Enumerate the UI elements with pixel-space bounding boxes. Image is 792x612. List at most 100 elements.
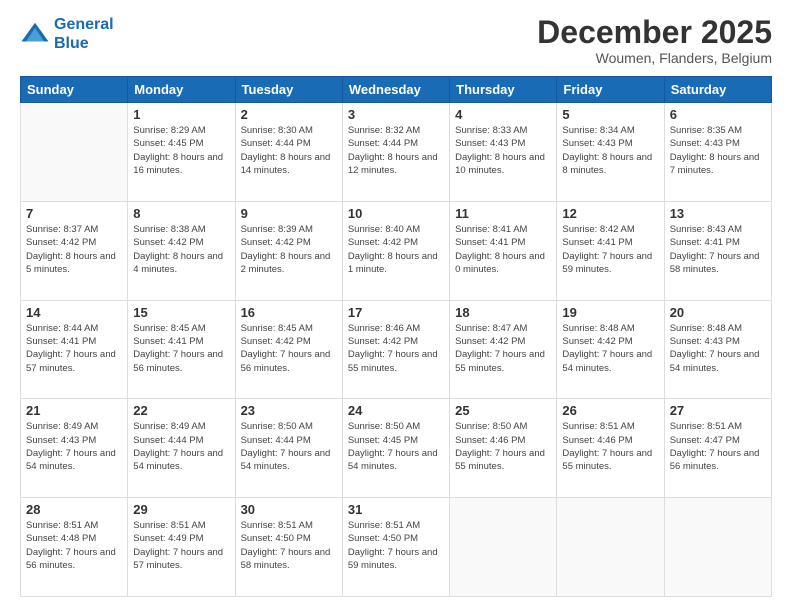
day-number: 26 bbox=[562, 403, 658, 418]
calendar-cell: 5 Sunrise: 8:34 AMSunset: 4:43 PMDaylight… bbox=[557, 103, 664, 202]
cell-info: Sunrise: 8:51 AMSunset: 4:49 PMDaylight:… bbox=[133, 519, 229, 572]
calendar-cell: 20 Sunrise: 8:48 AMSunset: 4:43 PMDayligh… bbox=[664, 300, 771, 399]
cell-info: Sunrise: 8:37 AMSunset: 4:42 PMDaylight:… bbox=[26, 223, 122, 276]
cell-info: Sunrise: 8:40 AMSunset: 4:42 PMDaylight:… bbox=[348, 223, 444, 276]
day-number: 20 bbox=[670, 305, 766, 320]
col-monday: Monday bbox=[128, 77, 235, 103]
day-number: 19 bbox=[562, 305, 658, 320]
day-number: 25 bbox=[455, 403, 551, 418]
calendar-cell: 7 Sunrise: 8:37 AMSunset: 4:42 PMDaylight… bbox=[21, 201, 128, 300]
calendar-cell: 24 Sunrise: 8:50 AMSunset: 4:45 PMDayligh… bbox=[342, 399, 449, 498]
cell-info: Sunrise: 8:45 AMSunset: 4:41 PMDaylight:… bbox=[133, 322, 229, 375]
day-number: 23 bbox=[241, 403, 337, 418]
calendar-cell: 6 Sunrise: 8:35 AMSunset: 4:43 PMDaylight… bbox=[664, 103, 771, 202]
cell-info: Sunrise: 8:45 AMSunset: 4:42 PMDaylight:… bbox=[241, 322, 337, 375]
calendar-cell: 31Sunrise: 8:51 AMSunset: 4:50 PMDayligh… bbox=[342, 498, 449, 597]
calendar-week-2: 14 Sunrise: 8:44 AMSunset: 4:41 PMDayligh… bbox=[21, 300, 772, 399]
day-number: 15 bbox=[133, 305, 229, 320]
header: General Blue December 2025 Woumen, Fland… bbox=[20, 15, 772, 66]
calendar-cell: 1 Sunrise: 8:29 AMSunset: 4:45 PMDaylight… bbox=[128, 103, 235, 202]
col-wednesday: Wednesday bbox=[342, 77, 449, 103]
calendar-cell: 19 Sunrise: 8:48 AMSunset: 4:42 PMDayligh… bbox=[557, 300, 664, 399]
cell-info: Sunrise: 8:46 AMSunset: 4:42 PMDaylight:… bbox=[348, 322, 444, 375]
day-number: 8 bbox=[133, 206, 229, 221]
calendar-cell: 23Sunrise: 8:50 AMSunset: 4:44 PMDayligh… bbox=[235, 399, 342, 498]
cell-info: Sunrise: 8:51 AMSunset: 4:47 PMDaylight:… bbox=[670, 420, 766, 473]
col-sunday: Sunday bbox=[21, 77, 128, 103]
day-number: 28 bbox=[26, 502, 122, 517]
day-number: 27 bbox=[670, 403, 766, 418]
cell-info: Sunrise: 8:33 AMSunset: 4:43 PMDaylight:… bbox=[455, 124, 551, 177]
calendar-cell: 28 Sunrise: 8:51 AMSunset: 4:48 PMDayligh… bbox=[21, 498, 128, 597]
day-number: 3 bbox=[348, 107, 444, 122]
month-title: December 2025 bbox=[537, 15, 772, 50]
cell-info: Sunrise: 8:32 AMSunset: 4:44 PMDaylight:… bbox=[348, 124, 444, 177]
calendar-cell: 8 Sunrise: 8:38 AMSunset: 4:42 PMDaylight… bbox=[128, 201, 235, 300]
cell-info: Sunrise: 8:39 AMSunset: 4:42 PMDaylight:… bbox=[241, 223, 337, 276]
logo-text: General Blue bbox=[54, 15, 114, 53]
calendar-cell bbox=[450, 498, 557, 597]
calendar-cell: 3 Sunrise: 8:32 AMSunset: 4:44 PMDaylight… bbox=[342, 103, 449, 202]
calendar-cell: 30Sunrise: 8:51 AMSunset: 4:50 PMDayligh… bbox=[235, 498, 342, 597]
calendar: Sunday Monday Tuesday Wednesday Thursday… bbox=[20, 76, 772, 597]
cell-info: Sunrise: 8:34 AMSunset: 4:43 PMDaylight:… bbox=[562, 124, 658, 177]
calendar-cell bbox=[664, 498, 771, 597]
cell-info: Sunrise: 8:48 AMSunset: 4:43 PMDaylight:… bbox=[670, 322, 766, 375]
day-number: 14 bbox=[26, 305, 122, 320]
day-number: 1 bbox=[133, 107, 229, 122]
cell-info: Sunrise: 8:41 AMSunset: 4:41 PMDaylight:… bbox=[455, 223, 551, 276]
cell-info: Sunrise: 8:50 AMSunset: 4:45 PMDaylight:… bbox=[348, 420, 444, 473]
calendar-week-0: 1 Sunrise: 8:29 AMSunset: 4:45 PMDaylight… bbox=[21, 103, 772, 202]
calendar-cell: 27 Sunrise: 8:51 AMSunset: 4:47 PMDayligh… bbox=[664, 399, 771, 498]
day-number: 18 bbox=[455, 305, 551, 320]
day-number: 22 bbox=[133, 403, 229, 418]
calendar-cell: 9Sunrise: 8:39 AMSunset: 4:42 PMDaylight… bbox=[235, 201, 342, 300]
cell-info: Sunrise: 8:43 AMSunset: 4:41 PMDaylight:… bbox=[670, 223, 766, 276]
calendar-week-1: 7 Sunrise: 8:37 AMSunset: 4:42 PMDaylight… bbox=[21, 201, 772, 300]
calendar-week-3: 21 Sunrise: 8:49 AMSunset: 4:43 PMDayligh… bbox=[21, 399, 772, 498]
calendar-cell: 18 Sunrise: 8:47 AMSunset: 4:42 PMDayligh… bbox=[450, 300, 557, 399]
logo: General Blue bbox=[20, 15, 114, 53]
calendar-week-4: 28 Sunrise: 8:51 AMSunset: 4:48 PMDayligh… bbox=[21, 498, 772, 597]
col-saturday: Saturday bbox=[664, 77, 771, 103]
day-number: 21 bbox=[26, 403, 122, 418]
title-section: December 2025 Woumen, Flanders, Belgium bbox=[537, 15, 772, 66]
calendar-cell bbox=[21, 103, 128, 202]
day-number: 11 bbox=[455, 206, 551, 221]
day-number: 16 bbox=[241, 305, 337, 320]
cell-info: Sunrise: 8:47 AMSunset: 4:42 PMDaylight:… bbox=[455, 322, 551, 375]
day-number: 13 bbox=[670, 206, 766, 221]
calendar-cell: 22Sunrise: 8:49 AMSunset: 4:44 PMDayligh… bbox=[128, 399, 235, 498]
calendar-cell: 14 Sunrise: 8:44 AMSunset: 4:41 PMDayligh… bbox=[21, 300, 128, 399]
cell-info: Sunrise: 8:49 AMSunset: 4:43 PMDaylight:… bbox=[26, 420, 122, 473]
cell-info: Sunrise: 8:51 AMSunset: 4:48 PMDaylight:… bbox=[26, 519, 122, 572]
day-number: 6 bbox=[670, 107, 766, 122]
cell-info: Sunrise: 8:29 AMSunset: 4:45 PMDaylight:… bbox=[133, 124, 229, 177]
cell-info: Sunrise: 8:50 AMSunset: 4:46 PMDaylight:… bbox=[455, 420, 551, 473]
calendar-cell: 13 Sunrise: 8:43 AMSunset: 4:41 PMDayligh… bbox=[664, 201, 771, 300]
day-number: 5 bbox=[562, 107, 658, 122]
calendar-cell: 25 Sunrise: 8:50 AMSunset: 4:46 PMDayligh… bbox=[450, 399, 557, 498]
cell-info: Sunrise: 8:51 AMSunset: 4:46 PMDaylight:… bbox=[562, 420, 658, 473]
calendar-cell: 2Sunrise: 8:30 AMSunset: 4:44 PMDaylight… bbox=[235, 103, 342, 202]
calendar-cell: 11 Sunrise: 8:41 AMSunset: 4:41 PMDayligh… bbox=[450, 201, 557, 300]
day-number: 17 bbox=[348, 305, 444, 320]
day-number: 2 bbox=[241, 107, 337, 122]
logo-icon bbox=[20, 19, 50, 49]
calendar-cell: 29Sunrise: 8:51 AMSunset: 4:49 PMDayligh… bbox=[128, 498, 235, 597]
day-number: 24 bbox=[348, 403, 444, 418]
day-number: 4 bbox=[455, 107, 551, 122]
cell-info: Sunrise: 8:44 AMSunset: 4:41 PMDaylight:… bbox=[26, 322, 122, 375]
cell-info: Sunrise: 8:48 AMSunset: 4:42 PMDaylight:… bbox=[562, 322, 658, 375]
cell-info: Sunrise: 8:35 AMSunset: 4:43 PMDaylight:… bbox=[670, 124, 766, 177]
day-number: 10 bbox=[348, 206, 444, 221]
calendar-cell: 16 Sunrise: 8:45 AMSunset: 4:42 PMDayligh… bbox=[235, 300, 342, 399]
col-thursday: Thursday bbox=[450, 77, 557, 103]
cell-info: Sunrise: 8:51 AMSunset: 4:50 PMDaylight:… bbox=[241, 519, 337, 572]
day-number: 31 bbox=[348, 502, 444, 517]
cell-info: Sunrise: 8:38 AMSunset: 4:42 PMDaylight:… bbox=[133, 223, 229, 276]
calendar-cell bbox=[557, 498, 664, 597]
day-number: 7 bbox=[26, 206, 122, 221]
col-friday: Friday bbox=[557, 77, 664, 103]
day-number: 12 bbox=[562, 206, 658, 221]
